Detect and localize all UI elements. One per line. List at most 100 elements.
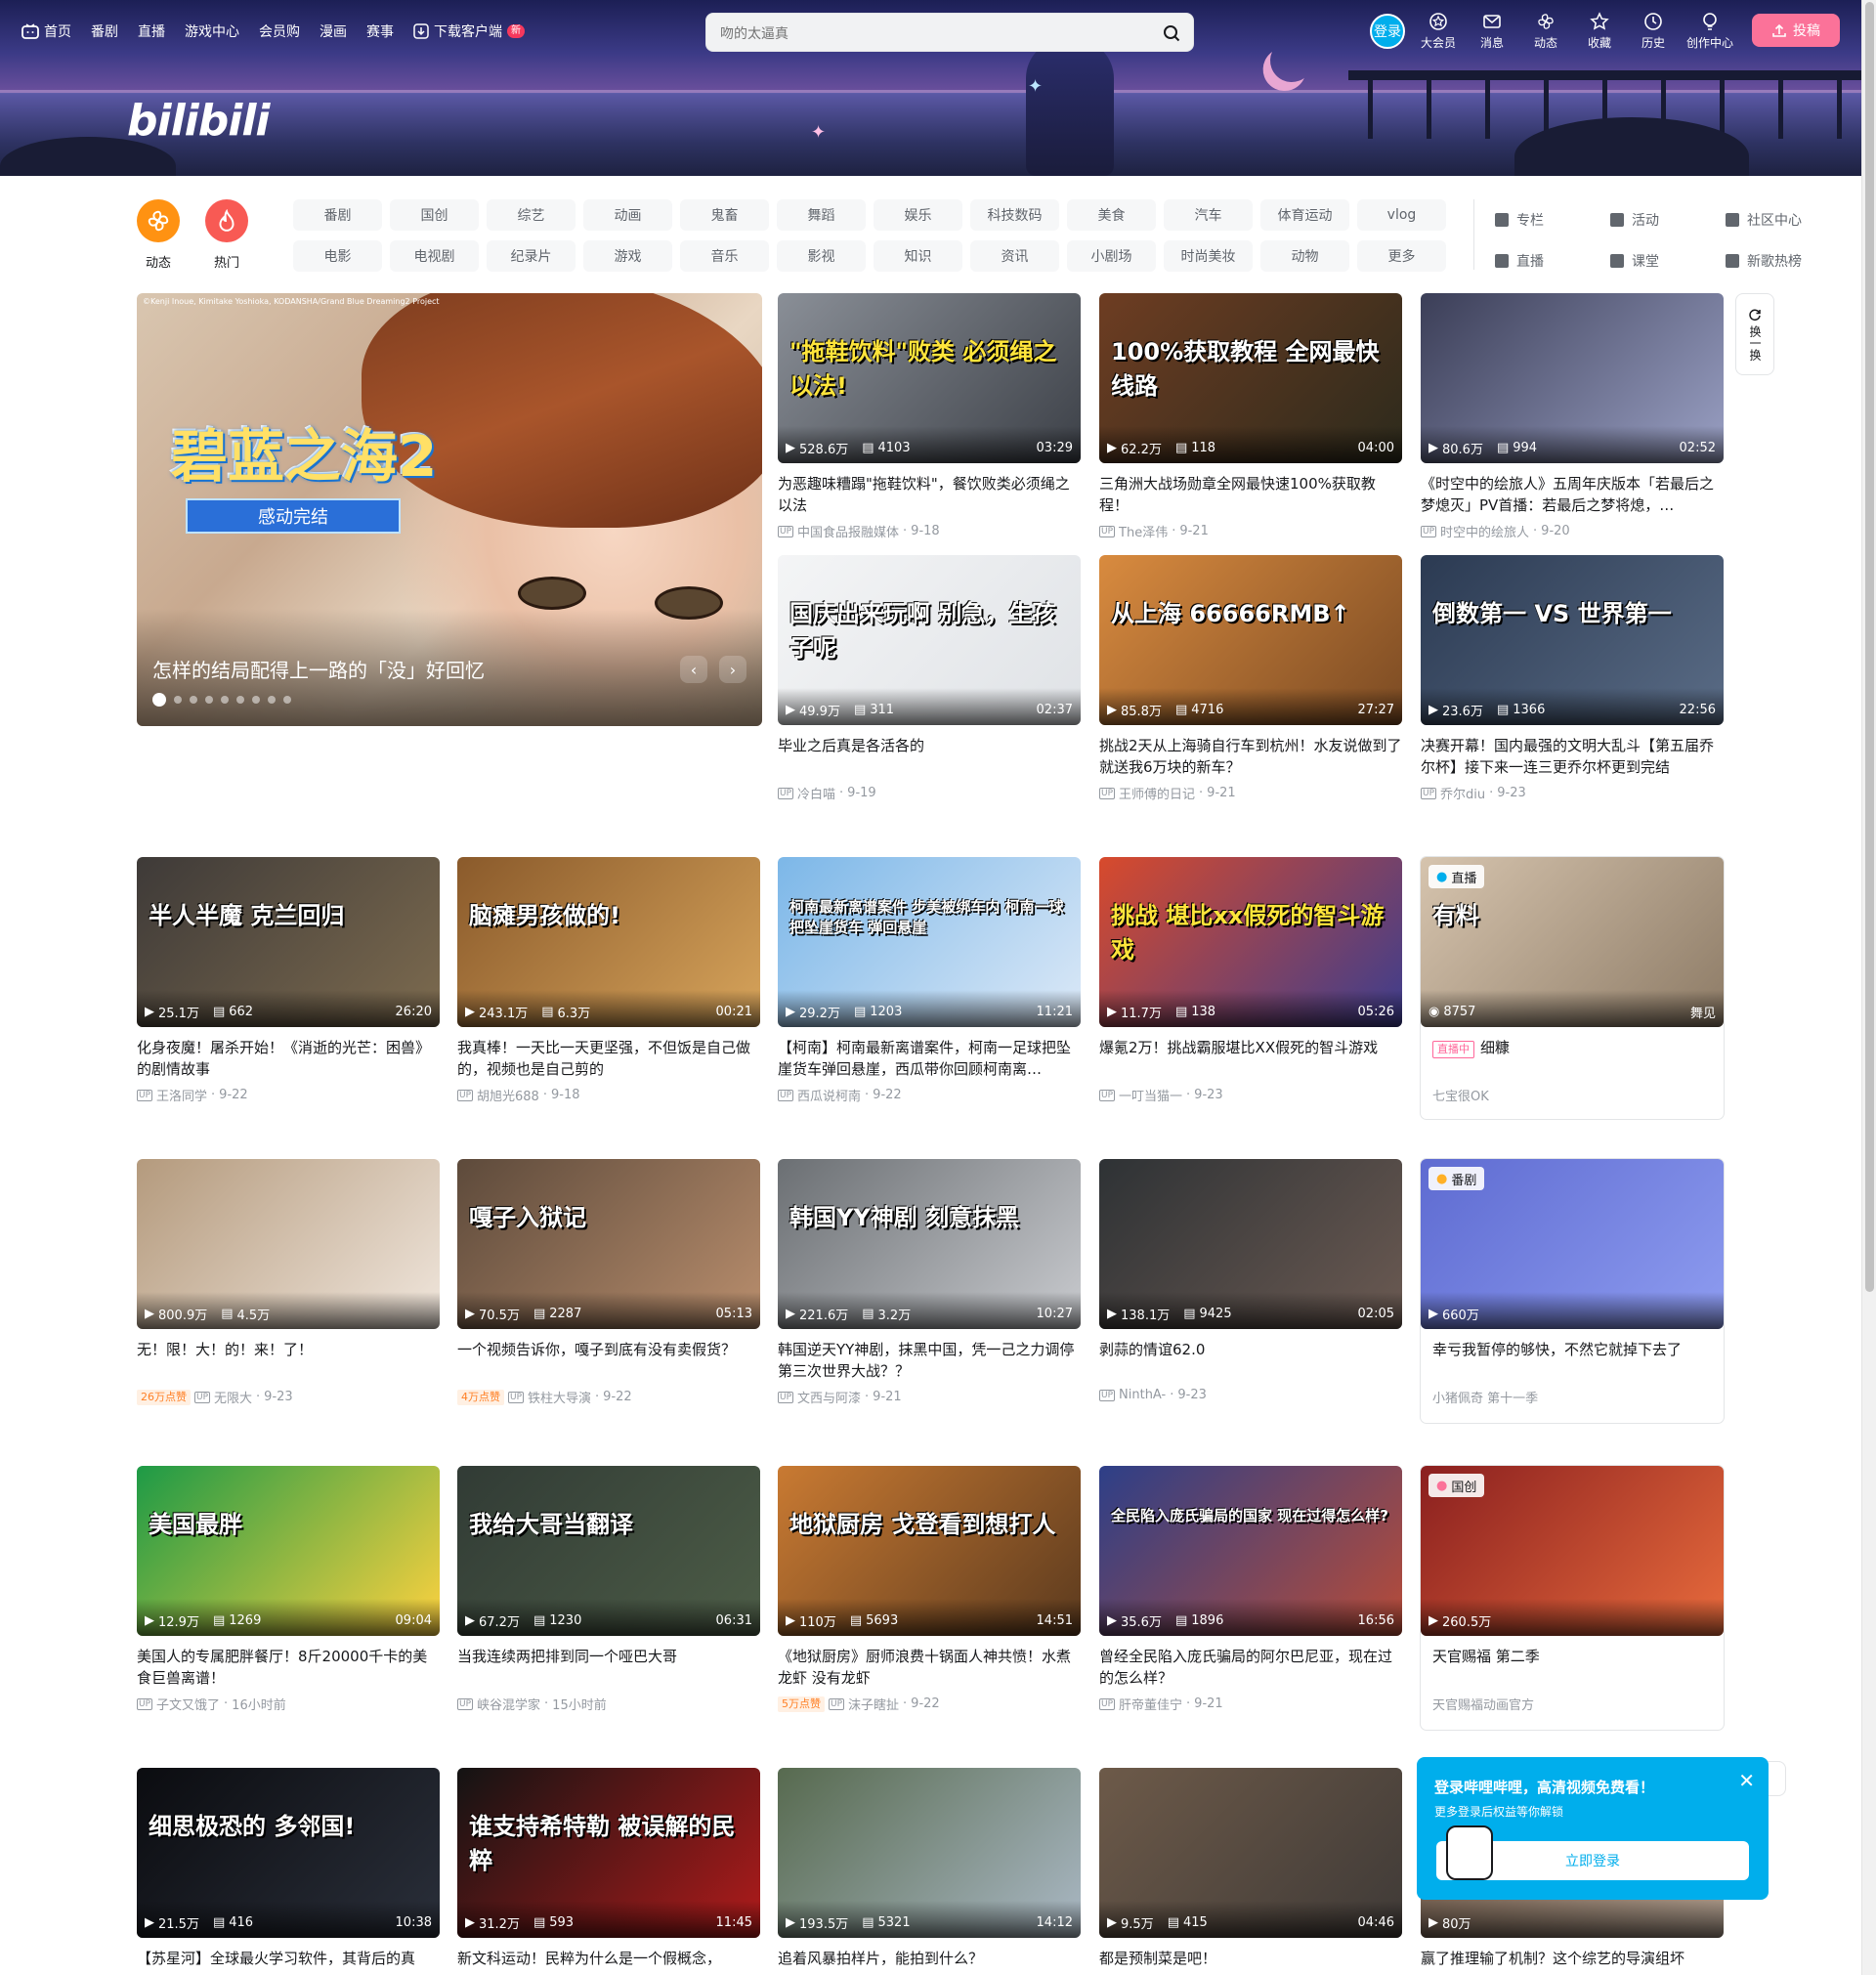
uploader-name[interactable]: 峡谷混学家 — [477, 1695, 540, 1713]
video-card[interactable]: 美国最胖 ▶ 12.9万 ▤ 1269 09:04 美国人的专属肥胖餐厅！8斤20000千卡… — [137, 1466, 440, 1713]
video-card[interactable]: 细思极恐的 多邻国! ▶ 21.5万 ▤ 416 10:38 【苏星河】全球最火学习软件，其… — [137, 1768, 440, 1975]
nav-live[interactable]: 直播 — [138, 21, 165, 41]
video-thumbnail[interactable]: 挑战 堪比xx假死的智斗游戏 ▶ 11.7万 ▤ 138 05:26 — [1099, 857, 1402, 1027]
video-title[interactable]: 毕业之后真是各活各的 — [778, 735, 1081, 778]
uploader-name[interactable]: The泽伟 — [1119, 522, 1168, 540]
uploader-name[interactable]: 文西与阿漆 — [797, 1388, 861, 1406]
carousel-dot[interactable] — [268, 696, 276, 704]
video-card[interactable]: 全民陷入庞氏骗局的国家 现在过得怎么样? ▶ 35.6万 ▤ 1896 16:56 曾经全民… — [1099, 1466, 1402, 1713]
video-thumbnail[interactable]: 嘎子入狱记 ▶ 70.5万 ▤ 2287 05:13 — [457, 1159, 760, 1329]
video-thumbnail[interactable]: 地狱厨房 戈登看到想打人 ▶ 110万 ▤ 5693 14:51 — [778, 1466, 1081, 1636]
channel-chip[interactable]: 影视 — [777, 240, 866, 272]
channel-link[interactable]: 社区中心 — [1726, 204, 1841, 236]
uploader-name[interactable]: 一叮当猫一 — [1119, 1086, 1182, 1104]
nav-vip-shop[interactable]: 会员购 — [259, 21, 300, 41]
messages-button[interactable]: 消息 — [1471, 12, 1513, 51]
video-thumbnail[interactable]: ▶ 9.5万 ▤ 415 04:46 — [1099, 1768, 1402, 1938]
channel-chip[interactable]: 知识 — [874, 240, 962, 272]
video-card[interactable]: 有料 ● 直播 ◉ 8757 舞见 直播中 细糠 七宝很OK — [1421, 857, 1724, 1119]
vip-button[interactable]: 大会员 — [1418, 12, 1459, 51]
login-avatar-button[interactable]: 登录 — [1370, 14, 1405, 49]
video-thumbnail[interactable]: ▶ 138.1万 ▤ 9425 02:05 — [1099, 1159, 1402, 1329]
search-input[interactable] — [720, 21, 1150, 45]
channel-link[interactable]: 专栏 — [1495, 204, 1610, 236]
channel-chip[interactable]: 鬼畜 — [680, 199, 769, 231]
channel-chip[interactable]: 纪录片 — [487, 240, 576, 272]
uploader-name[interactable]: 王洛同学 — [156, 1086, 207, 1104]
video-title[interactable]: 韩国逆天YY神剧，抹黑中国，凭一己之力调停第三次世界大战？？ — [778, 1339, 1081, 1382]
video-thumbnail[interactable]: ▶ 193.5万 ▤ 5321 14:12 — [778, 1768, 1081, 1938]
channel-link[interactable]: 新歌热榜 — [1726, 245, 1841, 277]
prev-arrow-button[interactable]: ‹ — [680, 656, 707, 683]
video-thumbnail[interactable]: ● 番剧 ▶ 660万 — [1421, 1159, 1724, 1329]
favorites-button[interactable]: 收藏 — [1579, 12, 1620, 51]
uploader-name[interactable]: 肝帝董佳宁 — [1119, 1695, 1182, 1713]
page-scrollbar[interactable] — [1861, 0, 1876, 1975]
uploader-name[interactable]: 冷白喵 — [797, 784, 835, 802]
video-title[interactable]: 《时空中的绘旅人》五周年庆版本「若最后之梦熄灭」PV首播：若最后之梦将熄，… — [1421, 473, 1724, 516]
video-card[interactable]: "拖鞋饮料"败类 必须绳之以法! ▶ 528.6万 ▤ 4103 03:29 为恶趣味糟蹋"… — [778, 293, 1081, 540]
hero-carousel[interactable]: ©Kenji Inoue, Kimitake Yoshioka, KODANSH… — [137, 293, 762, 726]
uploader-name[interactable]: 天官赐福动画官方 — [1432, 1695, 1534, 1713]
video-card[interactable]: 柯南最新离谱案件 步美被绑车内 柯南一球把坠崖货车 弹回悬崖 ▶ 29.2万 ▤ 120… — [778, 857, 1081, 1104]
video-thumbnail[interactable]: 细思极恐的 多邻国! ▶ 21.5万 ▤ 416 10:38 — [137, 1768, 440, 1938]
video-card[interactable]: 国庆出来玩啊 别急，生孩子呢 ▶ 49.9万 ▤ 311 02:37 毕业之后真是各活各的 U… — [778, 555, 1081, 802]
video-thumbnail[interactable]: ▶ 80.6万 ▤ 994 02:52 — [1421, 293, 1724, 463]
video-title[interactable]: 为恶趣味糟蹋"拖鞋饮料"，餐饮败类必须绳之以法 — [778, 473, 1081, 516]
nav-bangumi[interactable]: 番剧 — [91, 21, 118, 41]
video-thumbnail[interactable]: 全民陷入庞氏骗局的国家 现在过得怎么样? ▶ 35.6万 ▤ 1896 16:56 — [1099, 1466, 1402, 1636]
video-title[interactable]: 美国人的专属肥胖餐厅！8斤20000千卡的美食巨兽离谱！ — [137, 1646, 440, 1689]
video-title[interactable]: 我真棒！一天比一天更坚强，不但饭是自己做的，视频也是自己剪的 — [457, 1037, 760, 1080]
video-title[interactable]: 赢了推理输了机制？这个综艺的导演组坏 — [1421, 1948, 1724, 1975]
channel-chip[interactable]: 美食 — [1067, 199, 1156, 231]
uploader-name[interactable]: 无限大 — [214, 1388, 252, 1406]
search-box[interactable] — [705, 13, 1194, 52]
channel-chip[interactable]: vlog — [1357, 199, 1446, 231]
video-card[interactable]: 半人半魔 克兰回归 ▶ 25.1万 ▤ 662 26:20 化身夜魔！屠杀开始！《消逝的光芒… — [137, 857, 440, 1104]
hero-caption[interactable]: 怎样的结局配得上一路的「没」好回忆 — [152, 655, 485, 683]
carousel-dot[interactable] — [152, 693, 166, 707]
video-title[interactable]: 追着风暴拍样片，能拍到什么？ — [778, 1948, 1081, 1975]
video-card[interactable]: 我给大哥当翻译 ▶ 67.2万 ▤ 1230 06:31 当我连续两把排到同一个哑巴大哥 UP… — [457, 1466, 760, 1713]
dynamic-channel-button[interactable] — [137, 199, 180, 242]
video-title[interactable]: 决赛开幕！国内最强的文明大乱斗【第五届乔尔杯】接下来一连三更乔尔杯更到完结 — [1421, 735, 1724, 778]
channel-chip[interactable]: 资讯 — [970, 240, 1059, 272]
channel-chip[interactable]: 时尚美妆 — [1164, 240, 1253, 272]
uploader-name[interactable]: 子文又饿了 — [156, 1695, 220, 1713]
channel-chip[interactable]: 国创 — [390, 199, 479, 231]
channel-chip[interactable]: 更多 — [1357, 240, 1446, 272]
video-title[interactable]: 剥蒜的情谊62.0 — [1099, 1339, 1402, 1382]
video-title[interactable]: 【柯南】柯南最新离谱案件，柯南一足球把坠崖货车弹回悬崖，西瓜带你回顾柯南离… — [778, 1037, 1081, 1080]
channel-chip[interactable]: 小剧场 — [1067, 240, 1156, 272]
video-thumbnail[interactable]: 国庆出来玩啊 别急，生孩子呢 ▶ 49.9万 ▤ 311 02:37 — [778, 555, 1081, 725]
carousel-dot[interactable] — [236, 696, 244, 704]
uploader-name[interactable]: 小猪佩奇 第十一季 — [1432, 1388, 1538, 1406]
next-arrow-button[interactable]: › — [719, 656, 746, 683]
channel-chip[interactable]: 汽车 — [1164, 199, 1253, 231]
refresh-button[interactable]: 换一换 — [1735, 293, 1774, 375]
video-card[interactable]: ▶ 193.5万 ▤ 5321 14:12 追着风暴拍样片，能拍到什么？ — [778, 1768, 1081, 1975]
creator-center-button[interactable]: 创作中心 — [1686, 12, 1733, 51]
video-title[interactable]: 无！限！大！的！来！了！ — [137, 1339, 440, 1382]
uploader-name[interactable]: 西瓜说柯南 — [797, 1086, 861, 1104]
video-card[interactable]: 地狱厨房 戈登看到想打人 ▶ 110万 ▤ 5693 14:51 《地狱厨房》厨师浪费十锅面… — [778, 1466, 1081, 1713]
channel-link[interactable]: 活动 — [1610, 204, 1726, 236]
carousel-dot[interactable] — [174, 696, 182, 704]
carousel-dot[interactable] — [252, 696, 260, 704]
uploader-name[interactable]: 时空中的绘旅人 — [1440, 522, 1529, 540]
uploader-name[interactable]: 胡旭光688 — [477, 1086, 539, 1104]
nav-match[interactable]: 赛事 — [366, 21, 394, 41]
video-card[interactable]: 韩国YY神剧 刻意抹黑 ▶ 221.6万 ▤ 3.2万 10:27 韩国逆天YY神剧，抹黑中… — [778, 1159, 1081, 1406]
uploader-name[interactable]: 沫子瞎扯 — [848, 1695, 899, 1713]
uploader-name[interactable]: 乔尔diu — [1440, 784, 1485, 802]
upload-button[interactable]: 投稿 — [1752, 14, 1840, 47]
video-thumbnail[interactable]: 脑瘫男孩做的! ▶ 243.1万 ▤ 6.3万 00:21 — [457, 857, 760, 1027]
video-card[interactable]: ▶ 80.6万 ▤ 994 02:52 《时空中的绘旅人》五周年庆版本「若最后之梦熄灭」P… — [1421, 293, 1724, 540]
bilibili-logo[interactable]: bilibili — [127, 96, 270, 146]
history-button[interactable]: 历史 — [1633, 12, 1674, 51]
video-title[interactable]: 新文科运动！民粹为什么是一个假概念， — [457, 1948, 760, 1975]
channel-chip[interactable]: 动画 — [583, 199, 672, 231]
uploader-name[interactable]: 七宝很OK — [1432, 1086, 1489, 1104]
video-thumbnail[interactable]: 美国最胖 ▶ 12.9万 ▤ 1269 09:04 — [137, 1466, 440, 1636]
dynamics-button[interactable]: 动态 — [1525, 12, 1566, 51]
